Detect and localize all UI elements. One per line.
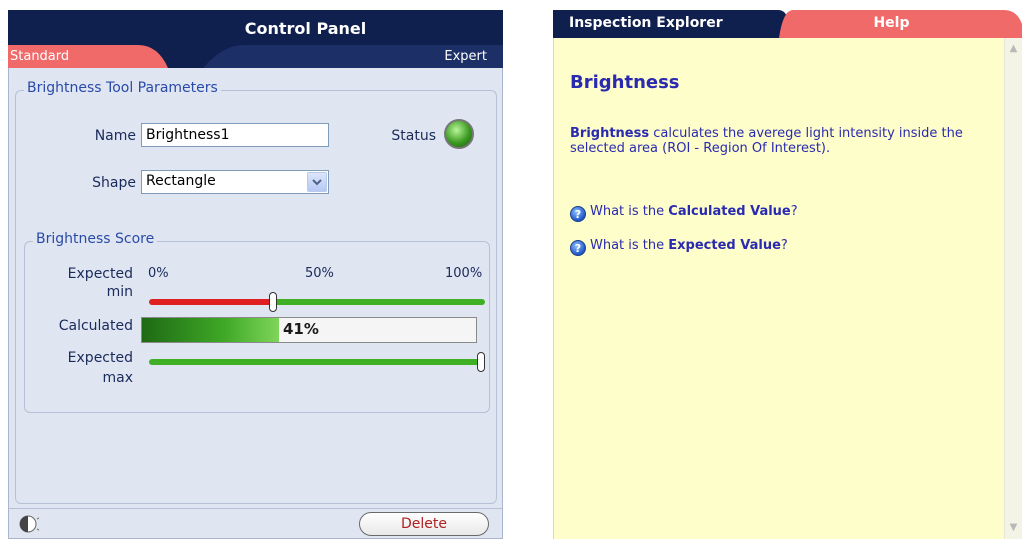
tab-standard[interactable]: Standard (8, 45, 168, 68)
expected-min-track-red (149, 299, 273, 305)
scale-max-label: 100% (445, 266, 483, 281)
shape-label: Shape (92, 175, 136, 191)
help-description: Brightness calculates the averege light … (570, 126, 990, 156)
help-panel: Inspection Explorer Help Brightness Brig… (553, 10, 1022, 539)
help-content: Brightness Brightness calculates the ave… (553, 38, 1022, 539)
help-question-icon: ? (570, 240, 586, 256)
status-label: Status (391, 128, 436, 144)
expected-max-label-line2: max (102, 370, 133, 386)
help-panel-header: Inspection Explorer Help (553, 10, 1022, 38)
delete-button-label: Delete (401, 516, 447, 532)
help-link-expected-value[interactable]: ? What is the Expected Value? (570, 238, 788, 256)
tab-expert[interactable]: Expert (203, 45, 503, 68)
status-indicator-icon (444, 119, 474, 149)
expected-max-label-line1: Expected (67, 350, 133, 366)
tab-inspection-explorer-label: Inspection Explorer (569, 15, 723, 31)
expected-max-track-green (149, 359, 485, 365)
control-panel-body: Brightness Tool Parameters Name Brightne… (8, 68, 503, 508)
expected-min-label-line2: min (106, 284, 133, 300)
tab-inspection-explorer[interactable]: Inspection Explorer (553, 10, 793, 38)
chevron-down-icon[interactable] (307, 172, 327, 192)
calculated-progress-value: 41% (283, 320, 319, 338)
params-group: Brightness Tool Parameters Name Brightne… (15, 80, 497, 504)
params-group-legend: Brightness Tool Parameters (24, 80, 221, 96)
control-panel-title: Control Panel (244, 19, 367, 38)
expected-min-handle[interactable] (269, 292, 277, 312)
control-panel-footer: Delete (8, 508, 503, 539)
shape-select-value: Rectangle (146, 173, 216, 189)
help-link-term: Expected Value (668, 238, 781, 253)
brightness-icon (17, 513, 40, 535)
expected-max-handle[interactable] (477, 352, 485, 372)
delete-button[interactable]: Delete (359, 512, 489, 536)
expected-min-slider[interactable] (149, 292, 485, 312)
scroll-up-icon[interactable]: ▲ (1005, 40, 1022, 58)
help-link-suffix: ? (780, 238, 788, 253)
help-link-prefix: What is the (590, 238, 669, 253)
tab-standard-label: Standard (10, 49, 70, 64)
calculated-progress-bar: 41% (141, 317, 477, 343)
help-link-calculated-value[interactable]: ? What is the Calculated Value? (570, 204, 798, 222)
expected-max-slider[interactable] (149, 352, 485, 372)
score-group-legend: Brightness Score (33, 231, 158, 247)
expected-min-label-line1: Expected (67, 266, 133, 282)
calculated-label: Calculated (58, 318, 133, 334)
name-field[interactable]: Brightness1 (141, 123, 329, 147)
help-link-suffix: ? (790, 204, 798, 219)
help-scrollbar[interactable]: ▲ ▼ (1004, 38, 1022, 539)
help-link-prefix: What is the (590, 204, 669, 219)
control-panel-header: Control Panel Standard Expert (8, 10, 503, 68)
tab-help-label: Help (873, 15, 910, 31)
scroll-down-icon[interactable]: ▼ (1005, 519, 1022, 537)
help-heading: Brightness (570, 72, 680, 93)
help-description-term: Brightness (570, 126, 650, 141)
scale-mid-label: 50% (305, 266, 334, 281)
shape-select[interactable]: Rectangle (141, 170, 329, 194)
help-question-icon: ? (570, 206, 586, 222)
name-label: Name (94, 128, 136, 144)
tab-help[interactable]: Help (779, 10, 1022, 38)
expected-min-track-green (273, 299, 485, 305)
help-link-term: Calculated Value (668, 204, 791, 219)
scale-min-label: 0% (148, 266, 169, 281)
control-panel: Control Panel Standard Expert Brightness… (8, 10, 503, 539)
calculated-progress-fill (142, 318, 279, 342)
tab-expert-label: Expert (444, 49, 487, 64)
